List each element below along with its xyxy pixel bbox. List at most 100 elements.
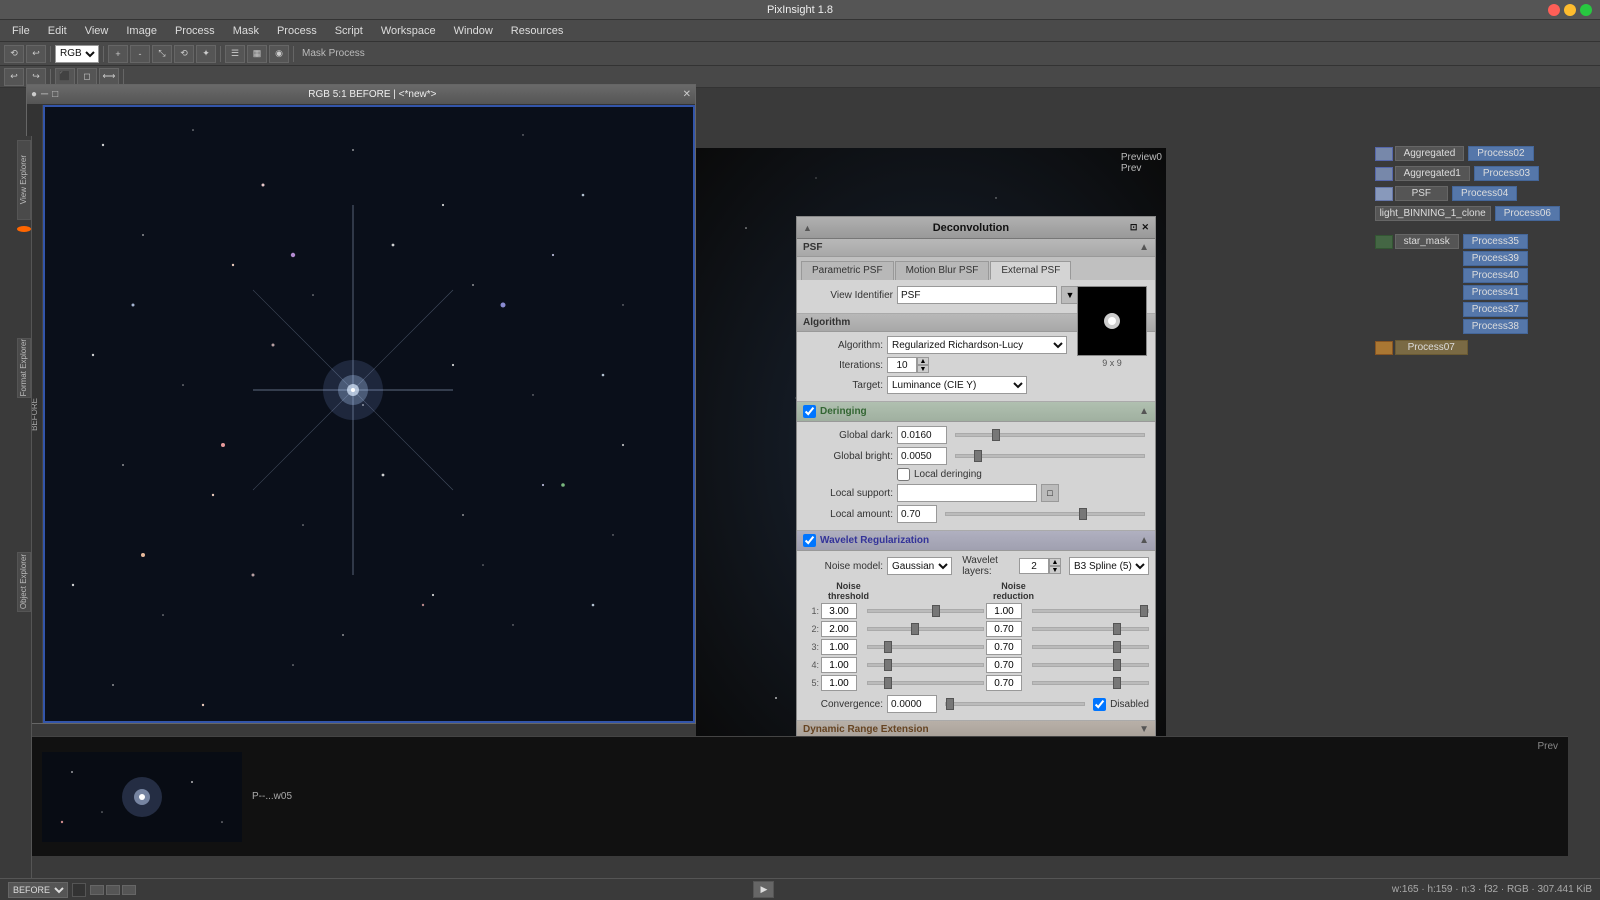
iterations-input[interactable] <box>887 357 917 373</box>
menu-process[interactable]: Process <box>167 23 223 39</box>
tb7[interactable]: ✦ <box>196 45 216 63</box>
tb5[interactable]: ⤡ <box>152 45 172 63</box>
aggregated-0-label[interactable]: Aggregated <box>1395 146 1465 161</box>
sidebar-format-explorer[interactable]: Format Explorer <box>17 338 31 398</box>
dering-collapse-arrow[interactable]: ▲ <box>1139 406 1149 417</box>
tb3[interactable]: + <box>108 45 128 63</box>
process02-label[interactable]: Process02 <box>1468 146 1533 161</box>
tab-external-psf[interactable]: External PSF <box>990 261 1071 280</box>
process40-label[interactable]: Process40 <box>1463 268 1528 283</box>
psf-panel-label[interactable]: PSF <box>1395 186 1448 201</box>
target-select[interactable]: Luminance (CIE Y) <box>887 376 1027 394</box>
close-btn[interactable] <box>1548 4 1560 16</box>
wv5-red[interactable] <box>986 675 1022 691</box>
before-selector[interactable]: BEFORE <box>8 882 68 898</box>
aggregated-1-label[interactable]: Aggregated1 <box>1395 166 1470 181</box>
maximize-btn[interactable] <box>1580 4 1592 16</box>
wv5-red-slider[interactable] <box>1032 681 1149 685</box>
iterations-up-btn[interactable]: ▲ <box>917 357 929 365</box>
wv1-red[interactable] <box>986 603 1022 619</box>
disabled-checkbox[interactable] <box>1093 698 1106 711</box>
menu-script[interactable]: Script <box>327 23 371 39</box>
global-bright-slider[interactable] <box>955 454 1145 458</box>
tb6[interactable]: ⟲ <box>174 45 194 63</box>
menu-file[interactable]: File <box>4 23 38 39</box>
psf-collapse-arrow[interactable]: ▲ <box>1139 242 1149 253</box>
wavelet-header[interactable]: Wavelet Regularization ▲ <box>797 531 1155 551</box>
process04-label[interactable]: Process04 <box>1452 186 1517 201</box>
minimize-icon[interactable]: ─ <box>41 89 48 100</box>
wv3-thresh-slider[interactable] <box>867 645 984 649</box>
tab-motion-blur-psf[interactable]: Motion Blur PSF <box>895 261 990 280</box>
wv1-red-slider[interactable] <box>1032 609 1149 613</box>
tb10[interactable]: ◉ <box>269 45 289 63</box>
channel-selector[interactable]: RGB <box>55 45 99 63</box>
wv4-red[interactable] <box>986 657 1022 673</box>
algorithm-select[interactable]: Regularized Richardson-Lucy <box>887 336 1067 354</box>
light-binning-label[interactable]: light_BINNING_1_clone <box>1375 206 1491 221</box>
view-identifier-input[interactable] <box>897 286 1057 304</box>
menu-window[interactable]: Window <box>446 23 501 39</box>
minimize-btn[interactable] <box>1564 4 1576 16</box>
menu-mask[interactable]: Mask <box>225 23 267 39</box>
open-btn[interactable]: ↩ <box>26 45 46 63</box>
convergence-input[interactable] <box>887 695 937 713</box>
wv5-thresh-slider[interactable] <box>867 681 984 685</box>
wv2-red[interactable] <box>986 621 1022 637</box>
new-btn[interactable]: ⟲ <box>4 45 24 63</box>
menu-image[interactable]: Image <box>118 23 165 39</box>
wavelet-checkbox[interactable] <box>803 534 816 547</box>
process35-label[interactable]: Process35 <box>1463 234 1528 249</box>
deringing-checkbox[interactable] <box>803 405 816 418</box>
star-mask-label[interactable]: star_mask <box>1395 234 1459 249</box>
global-bright-input[interactable] <box>897 447 947 465</box>
wl-up-btn[interactable]: ▲ <box>1049 558 1061 566</box>
wv3-red-slider[interactable] <box>1032 645 1149 649</box>
play-btn[interactable]: ▶ <box>753 881 774 898</box>
local-amount-input[interactable] <box>897 505 937 523</box>
local-support-btn[interactable]: □ <box>1041 484 1059 502</box>
wv4-thresh[interactable] <box>821 657 857 673</box>
wv5-thresh[interactable] <box>821 675 857 691</box>
process39-label[interactable]: Process39 <box>1463 251 1528 266</box>
local-amount-slider[interactable] <box>945 512 1145 516</box>
psf-header[interactable]: PSF ▲ <box>797 239 1155 257</box>
process38-label[interactable]: Process38 <box>1463 319 1528 334</box>
local-support-input[interactable] <box>897 484 1037 502</box>
sidebar-view-explorer[interactable]: View Explorer <box>17 140 31 220</box>
wv4-red-slider[interactable] <box>1032 663 1149 667</box>
menu-resources[interactable]: Resources <box>503 23 572 39</box>
noise-model-select[interactable]: Gaussian <box>887 557 952 575</box>
process07-label[interactable]: Process07 <box>1395 340 1468 355</box>
wv3-red[interactable] <box>986 639 1022 655</box>
process06-label[interactable]: Process06 <box>1495 206 1560 221</box>
iterations-down-btn[interactable]: ▼ <box>917 365 929 373</box>
b3spline-select[interactable]: B3 Spline (5) <box>1069 557 1149 575</box>
local-deringing-checkbox[interactable] <box>897 468 910 481</box>
wv4-thresh-slider[interactable] <box>867 663 984 667</box>
process37-label[interactable]: Process37 <box>1463 302 1528 317</box>
global-dark-input[interactable] <box>897 426 947 444</box>
tb4[interactable]: - <box>130 45 150 63</box>
process41-label[interactable]: Process41 <box>1463 285 1528 300</box>
deconv-detach-icon[interactable]: ⊡ <box>1130 222 1138 233</box>
dre-collapse-arrow[interactable]: ▼ <box>1139 724 1149 735</box>
menu-workspace[interactable]: Workspace <box>373 23 444 39</box>
wv1-thresh-slider[interactable] <box>867 609 984 613</box>
wv2-red-slider[interactable] <box>1032 627 1149 631</box>
tab-parametric-psf[interactable]: Parametric PSF <box>801 261 894 280</box>
maximize-icon[interactable]: □ <box>52 89 58 100</box>
tb9[interactable]: ▦ <box>247 45 267 63</box>
wavelet-layers-input[interactable] <box>1019 558 1049 574</box>
deringing-header[interactable]: Deringing ▲ <box>797 402 1155 422</box>
wave-collapse-arrow[interactable]: ▲ <box>1139 535 1149 546</box>
wv2-thresh[interactable] <box>821 621 857 637</box>
convergence-slider[interactable] <box>945 702 1085 706</box>
wv1-thresh[interactable] <box>821 603 857 619</box>
wl-down-btn[interactable]: ▼ <box>1049 566 1061 574</box>
window-close-icon[interactable]: ✕ <box>683 89 691 100</box>
sidebar-object-explorer[interactable]: Object Explorer <box>17 552 31 612</box>
close-icon[interactable]: ● <box>31 89 37 100</box>
wv2-thresh-slider[interactable] <box>867 627 984 631</box>
global-dark-slider[interactable] <box>955 433 1145 437</box>
